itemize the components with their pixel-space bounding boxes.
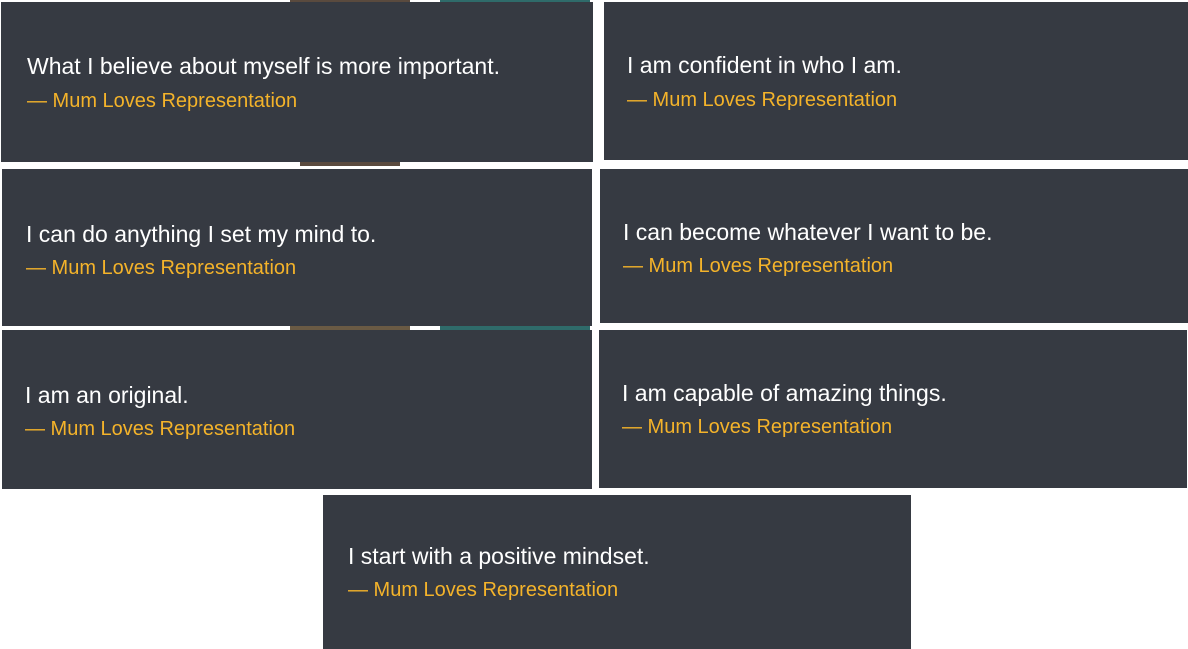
quote-text: I am confident in who I am.	[627, 52, 902, 78]
photo-edge	[300, 162, 400, 166]
quote-author: — Mum Loves Representation	[622, 416, 893, 438]
quote-card[interactable]: I am capable of amazing things. — Mum Lo…	[599, 330, 1187, 488]
quote-card[interactable]: I am an original. — Mum Loves Representa…	[2, 330, 592, 489]
quote-text: I am capable of amazing things.	[622, 380, 947, 406]
quote-text: I can do anything I set my mind to.	[26, 221, 377, 247]
quote-card[interactable]: What I believe about myself is more impo…	[1, 2, 593, 162]
quote-gallery: What I believe about myself is more impo…	[0, 0, 1188, 649]
quote-card[interactable]: I am confident in who I am. — Mum Loves …	[604, 2, 1188, 160]
quote-author: — Mum Loves Representation	[623, 255, 894, 277]
quote-author: — Mum Loves Representation	[26, 257, 297, 279]
quote-card[interactable]: I start with a positive mindset. — Mum L…	[323, 495, 911, 649]
quote-text: I am an original.	[25, 382, 189, 408]
quote-text: What I believe about myself is more impo…	[27, 53, 500, 79]
quote-author: — Mum Loves Representation	[348, 579, 619, 601]
quote-author: — Mum Loves Representation	[627, 89, 898, 111]
quote-text: I start with a positive mindset.	[348, 543, 650, 569]
quote-text: I can become whatever I want to be.	[623, 219, 993, 245]
quote-author: — Mum Loves Representation	[27, 90, 298, 112]
quote-card[interactable]: I can do anything I set my mind to. — Mu…	[2, 169, 592, 326]
quote-card[interactable]: I can become whatever I want to be. — Mu…	[600, 169, 1188, 323]
quote-author: — Mum Loves Representation	[25, 418, 296, 440]
